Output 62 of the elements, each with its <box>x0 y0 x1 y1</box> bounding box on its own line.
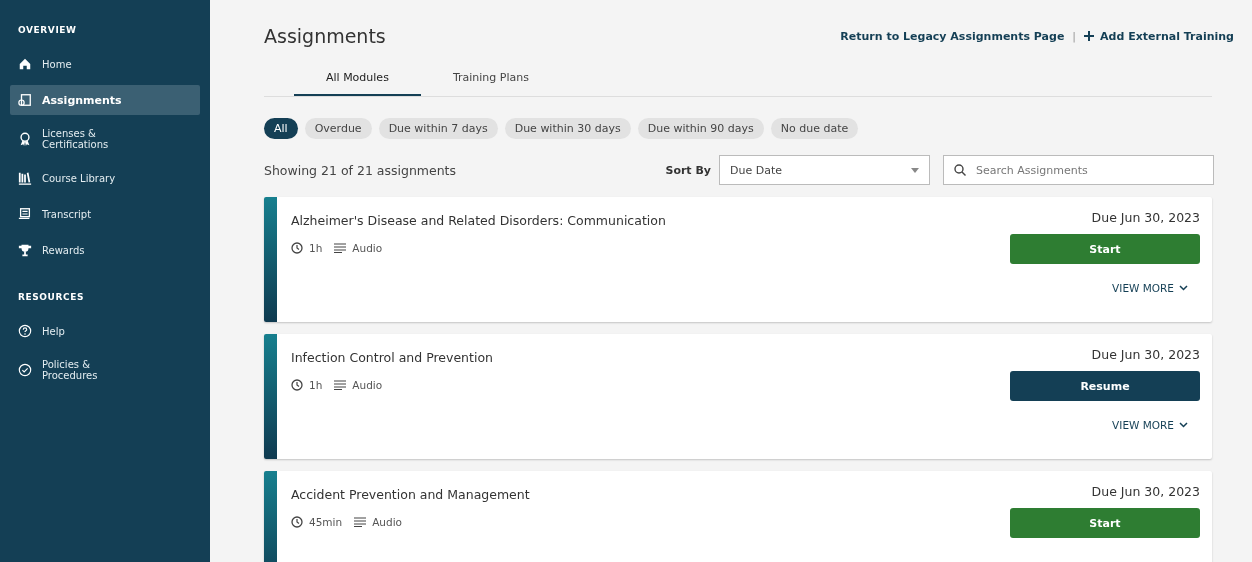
sort-dropdown[interactable]: Due Date <box>719 155 930 185</box>
sidebar-item[interactable]: Home <box>10 49 200 79</box>
start-button[interactable]: Start <box>1010 234 1200 264</box>
clipboard-icon <box>18 93 32 107</box>
caret-icon <box>911 167 919 173</box>
plus-icon <box>1084 31 1095 41</box>
assignment-title: Accident Prevention and Management <box>291 487 530 502</box>
assignment-title: Infection Control and Prevention <box>291 350 493 365</box>
format-text: Audio <box>372 516 403 528</box>
sidebar-item[interactable]: Policies & Procedures <box>10 352 200 388</box>
search-field[interactable]: Search Assignments <box>943 155 1214 185</box>
filter-chip[interactable]: All <box>264 118 298 139</box>
due-date: Due Jun 30, 2023 <box>1091 484 1200 499</box>
help-icon <box>18 324 32 338</box>
results-count: Showing 21 of 21 assignments <box>264 162 458 178</box>
filter-chip[interactable]: Due within 90 days <box>637 118 764 139</box>
filter-chip[interactable]: Overdue <box>304 118 372 139</box>
books-icon <box>18 171 32 185</box>
lines-icon <box>334 380 347 390</box>
trophy-icon <box>18 243 32 257</box>
filter-chip[interactable]: Due within 7 days <box>378 118 498 139</box>
clock-icon <box>291 379 303 391</box>
check-circle-icon <box>18 363 32 377</box>
sidebar-item[interactable]: Course Library <box>10 163 200 193</box>
tab[interactable]: Training Plans <box>420 71 561 96</box>
sidebar-item[interactable]: Licenses & Certifications <box>10 121 200 157</box>
format-text: Audio <box>352 242 383 254</box>
award-ribbon-icon <box>18 132 32 146</box>
sidebar-item[interactable]: Rewards <box>10 235 200 265</box>
start-button[interactable]: Start <box>1010 508 1200 538</box>
duration-text: 45min <box>309 516 343 528</box>
tab[interactable]: All Modules <box>294 71 421 96</box>
duration-text: 1h <box>309 379 323 391</box>
clock-icon <box>291 516 303 528</box>
add-link[interactable]: Add External Training <box>1084 29 1234 43</box>
sidebar-item[interactable]: Help <box>10 316 200 346</box>
duration-text: 1h <box>309 242 323 254</box>
link-separator: | <box>1072 29 1077 43</box>
search-icon <box>954 164 966 176</box>
chevron-down-icon <box>1179 285 1188 291</box>
chevron-down-icon <box>1179 422 1188 428</box>
page-title: Assignments <box>264 25 386 47</box>
home-icon <box>18 57 32 71</box>
sidebar-item[interactable]: Assignments <box>10 85 200 115</box>
format-text: Audio <box>352 379 383 391</box>
sort-label: Sort By <box>665 163 711 177</box>
section-heading: RESOURCES <box>18 292 85 302</box>
due-date: Due Jun 30, 2023 <box>1091 347 1200 362</box>
lines-icon <box>334 243 347 253</box>
view-more-link[interactable]: VIEW MORE <box>1112 419 1188 431</box>
resume-button[interactable]: Resume <box>1010 371 1200 401</box>
sidebar-item[interactable]: Transcript <box>10 199 200 229</box>
filter-chip[interactable]: No due date <box>770 118 859 139</box>
section-heading: OVERVIEW <box>18 25 77 35</box>
view-more-link[interactable]: VIEW MORE <box>1112 282 1188 294</box>
due-date: Due Jun 30, 2023 <box>1091 210 1200 225</box>
lines-icon <box>354 517 367 527</box>
clock-icon <box>291 242 303 254</box>
filter-chip[interactable]: Due within 30 days <box>504 118 631 139</box>
assignment-title: Alzheimer's Disease and Related Disorders: Communication <box>291 213 666 228</box>
link[interactable]: Return to Legacy Assignments Page <box>840 29 1065 43</box>
document-icon <box>18 207 32 221</box>
